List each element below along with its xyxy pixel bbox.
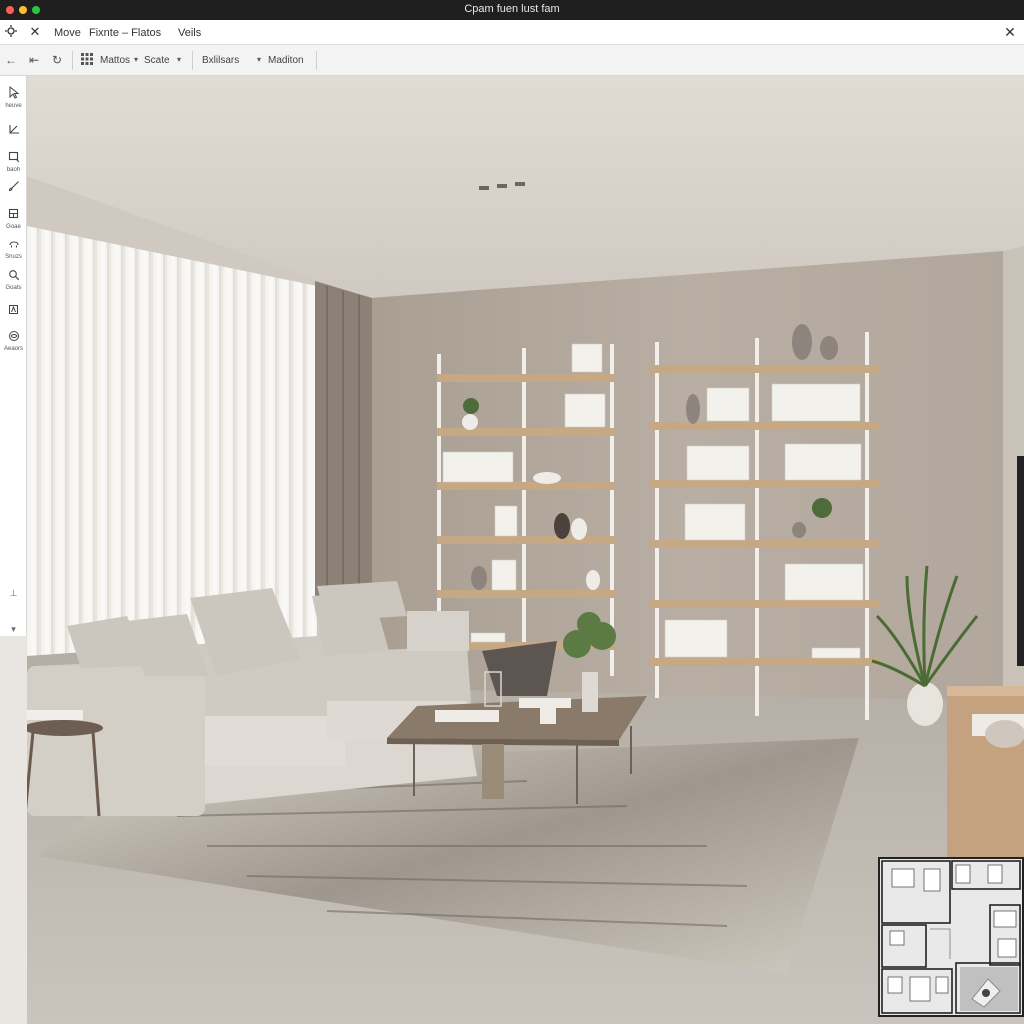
furniture-icon <box>0 208 27 223</box>
grid-icon[interactable] <box>80 53 94 67</box>
refresh-icon[interactable]: ↻ <box>50 53 64 67</box>
tool-search[interactable]: Goats <box>0 269 27 292</box>
material-button[interactable]: Maditon <box>268 55 304 66</box>
3d-viewport[interactable] <box>27 76 1024 1024</box>
paint-brush-icon <box>0 180 27 195</box>
floor-plan-minimap[interactable] <box>878 857 1024 1017</box>
toolbar-divider <box>72 51 73 70</box>
close-panel-icon[interactable]: ✕ <box>1002 24 1018 40</box>
draw-corner-icon <box>0 124 27 139</box>
pin-icon[interactable]: ⊥ <box>0 588 27 599</box>
window-title: Cpam fuen lust fam <box>464 3 560 15</box>
window-title-bar: Cpam fuen lust fam <box>0 0 1024 20</box>
visibility-icon <box>0 330 27 345</box>
undo-icon[interactable]: ⇤ <box>27 53 41 67</box>
toolbar-divider <box>192 51 193 70</box>
tool-panel: heuve baoh Goae Snuzs Goats Aeaors ⊥ ▾ <box>0 76 27 636</box>
scale-dropdown[interactable]: Scate <box>144 55 170 66</box>
tool-visibility[interactable]: Aeaors <box>0 330 27 353</box>
chevron-down-icon: ▾ <box>257 55 262 64</box>
tool-label: Goats <box>5 285 22 291</box>
tool-paint[interactable] <box>0 180 27 195</box>
toolbar-divider <box>316 51 317 70</box>
tool-furniture[interactable]: Goae <box>0 208 27 231</box>
menu-item-move[interactable]: Move <box>54 27 81 39</box>
tool-draw[interactable] <box>0 124 27 139</box>
search-icon <box>0 269 27 284</box>
tool-label: Aeaors <box>3 346 23 352</box>
tool-select[interactable]: heuve <box>0 85 27 110</box>
view-dropdown[interactable]: Bxlilsars <box>202 55 239 66</box>
smile-icon <box>0 238 27 253</box>
tool-label: Goae <box>6 224 21 230</box>
chevron-down-icon: ▾ <box>177 55 182 64</box>
mode-dropdown[interactable]: Mattos <box>100 55 130 66</box>
text-tool-icon <box>0 304 27 319</box>
toolbar: ← ⇤ ↻ Mattos ▾ Scate ▾ Bxlilsars ▾ Madit… <box>0 45 1024 76</box>
tool-text[interactable] <box>0 304 27 319</box>
tool-sculpt[interactable]: Snuzs <box>0 238 27 261</box>
menu-bar: ✕ Move Fixnte – Flatos Veils ✕ <box>0 20 1024 45</box>
tool-label: heuve <box>5 103 22 109</box>
tool-label: Snuzs <box>5 254 22 260</box>
room-render <box>27 76 1024 1024</box>
menu-item-fixture[interactable]: Fixnte – Flatos <box>89 27 161 39</box>
menu-item-veils[interactable]: Veils <box>178 27 201 39</box>
select-arrow-icon <box>0 85 27 102</box>
back-arrow-icon[interactable]: ← <box>4 53 18 67</box>
chevron-down-icon: ▾ <box>134 55 139 64</box>
tool-rectangle[interactable]: baoh <box>0 151 27 174</box>
settings-icon[interactable] <box>3 24 19 40</box>
chevron-down-icon[interactable]: ▾ <box>0 624 27 635</box>
close-icon[interactable]: ✕ <box>27 24 43 40</box>
tool-label: baoh <box>6 167 21 173</box>
rectangle-icon <box>0 151 27 166</box>
